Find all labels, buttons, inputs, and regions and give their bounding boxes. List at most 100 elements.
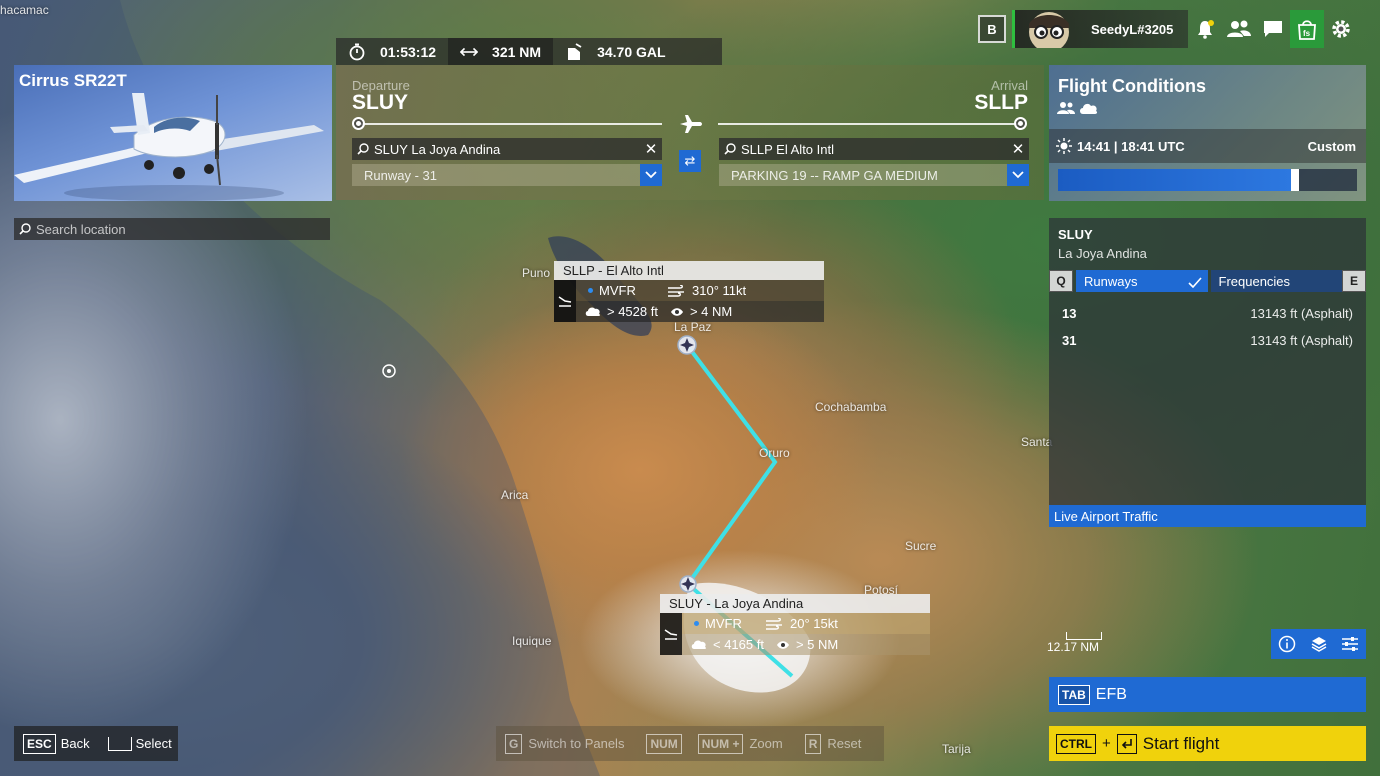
clear-departure-icon[interactable]: ✕ xyxy=(640,140,662,158)
enter-key-icon xyxy=(1116,733,1137,754)
start-flight-button[interactable]: CTRL + Start flight xyxy=(1049,726,1366,761)
efb-button[interactable]: TAB EFB xyxy=(1049,677,1366,712)
fuel-can-icon xyxy=(565,42,583,61)
zoom-button[interactable]: Zoom xyxy=(749,736,782,751)
tab-runways[interactable]: Runways xyxy=(1076,270,1208,292)
notifications-button[interactable] xyxy=(1188,10,1222,48)
tab-frequencies[interactable]: Frequencies xyxy=(1210,270,1342,292)
swap-icon: ⇄ xyxy=(684,153,696,168)
g-key-hint: G xyxy=(505,733,523,754)
ctrl-key-hint: CTRL xyxy=(1056,733,1096,754)
distance-stat: 321 NM xyxy=(448,38,554,65)
users-icon xyxy=(1057,102,1075,114)
flight-conditions-panel[interactable]: Flight Conditions 14:41 | 18:41 UTC Cust… xyxy=(1049,65,1366,201)
visibility-eye-icon xyxy=(670,307,683,316)
chevron-down-icon[interactable] xyxy=(640,164,662,186)
check-icon xyxy=(1187,277,1202,288)
airplane-icon xyxy=(680,115,702,133)
prev-tab-key[interactable]: Q xyxy=(1049,270,1073,292)
live-airport-traffic-button[interactable]: Live Airport Traffic xyxy=(1049,505,1366,527)
bottom-map-controls: G Switch to Panels NUM NUM + Zoom R Rese… xyxy=(496,726,884,761)
swap-airports-button[interactable]: ⇄ xyxy=(679,150,701,172)
runway-id: 13 xyxy=(1062,306,1077,321)
flight-time-value: 01:53:12 xyxy=(380,43,437,60)
departure-dot xyxy=(352,117,365,130)
fuel-value: 34.70 GAL xyxy=(597,43,666,60)
time-slider[interactable] xyxy=(1058,169,1357,191)
messages-button[interactable] xyxy=(1256,10,1290,48)
user-bar: B SeedyL#3205 fs xyxy=(978,10,1358,48)
filters-button[interactable] xyxy=(1334,629,1366,659)
arrival-spawn-select[interactable]: PARKING 19 -- RAMP GA MEDIUM xyxy=(719,164,1029,186)
runway-row[interactable]: 13 13143 ft (Asphalt) xyxy=(1049,300,1366,327)
flight-time-stat: 01:53:12 xyxy=(336,38,448,65)
airport-info-panel: SLUY La Joya Andina Q Runways Frequencie… xyxy=(1049,218,1366,527)
chevron-down-icon[interactable] xyxy=(1007,164,1029,186)
visibility-value: > 5 NM xyxy=(795,637,839,652)
gear-icon xyxy=(1332,20,1350,38)
search-icon xyxy=(719,143,741,155)
flight-category: MVFR xyxy=(599,283,636,298)
tooltip-title: SLLP - El Alto Intl xyxy=(554,261,824,280)
wind-value: 310° 11kt xyxy=(692,283,747,298)
distance-arrows-icon xyxy=(460,43,479,61)
wind-icon xyxy=(766,617,782,630)
fuel-stat: 34.70 GAL xyxy=(553,38,677,65)
num-key-hint: NUM xyxy=(646,733,682,754)
departure-track xyxy=(358,123,662,125)
time-row[interactable]: 14:41 | 18:41 UTC Custom xyxy=(1049,129,1366,163)
next-tab-key[interactable]: E xyxy=(1342,270,1366,292)
clear-arrival-icon[interactable]: ✕ xyxy=(1007,140,1029,158)
select-button[interactable]: Select xyxy=(136,736,172,751)
aircraft-name: Cirrus SR22T xyxy=(19,71,127,90)
settings-button[interactable] xyxy=(1324,10,1358,48)
landing-icon xyxy=(554,280,576,322)
runway-row[interactable]: 31 13143 ft (Asphalt) xyxy=(1049,327,1366,354)
arrival-search-input[interactable]: SLLP El Alto Intl ✕ xyxy=(719,138,1029,160)
reset-button[interactable]: Reset xyxy=(827,736,861,751)
aircraft-card[interactable]: Cirrus SR22T xyxy=(14,65,332,201)
cloud-icon xyxy=(585,307,601,316)
conditions-mode: Custom xyxy=(1307,138,1356,154)
ceiling-value: < 4165 ft xyxy=(713,637,764,652)
wind-icon xyxy=(668,284,684,297)
arrival-airport-tooltip[interactable]: SLLP - El Alto Intl MVFR 310° 11kt > 452… xyxy=(554,261,824,322)
flight-conditions-title: Flight Conditions xyxy=(1058,76,1206,96)
runway-length: 13143 ft (Asphalt) xyxy=(1250,306,1353,321)
num-plus-key-hint: NUM + xyxy=(697,733,744,754)
airport-code: SLUY xyxy=(1058,227,1093,242)
mvfr-dot-icon xyxy=(694,621,699,626)
departure-code: SLUY xyxy=(352,91,409,114)
map-label: Tarija xyxy=(942,742,971,756)
map-label: hacamac xyxy=(0,3,49,17)
runway-id: 31 xyxy=(1062,333,1077,348)
user-profile[interactable]: SeedyL#3205 xyxy=(1012,10,1188,48)
mvfr-dot-icon xyxy=(588,288,593,293)
spacebar-key-icon xyxy=(107,736,132,751)
plus-sign: + xyxy=(1102,735,1111,752)
ceiling-value: > 4528 ft xyxy=(607,304,658,319)
layers-button[interactable] xyxy=(1303,629,1335,659)
friends-button[interactable] xyxy=(1222,10,1256,48)
username: SeedyL#3205 xyxy=(1091,21,1174,37)
flight-stats-bar: 01:53:12 321 NM 34.70 GAL xyxy=(336,38,722,65)
r-key-hint: R xyxy=(804,733,822,754)
departure-spawn-value: Runway - 31 xyxy=(364,167,437,183)
map-label: Sucre xyxy=(905,539,937,553)
svg-text:fs: fs xyxy=(1303,29,1311,38)
marketplace-button[interactable]: fs xyxy=(1290,10,1324,48)
info-button[interactable] xyxy=(1271,629,1303,659)
departure-search-input[interactable]: SLUY La Joya Andina ✕ xyxy=(352,138,662,160)
distance-value: 321 NM xyxy=(492,43,542,60)
location-search-input[interactable]: Search location xyxy=(14,218,330,240)
visibility-eye-icon xyxy=(776,640,789,649)
back-button[interactable]: Back xyxy=(61,736,90,751)
avatar xyxy=(1015,10,1085,48)
arrival-code: SLLP xyxy=(974,91,1028,114)
sliders-icon xyxy=(1342,637,1359,651)
departure-spawn-select[interactable]: Runway - 31 xyxy=(352,164,662,186)
tab-runways-label: Runways xyxy=(1084,273,1138,289)
time-slider-thumb[interactable] xyxy=(1291,169,1300,191)
departure-airport-tooltip[interactable]: SLUY - La Joya Andina MVFR 20° 15kt < 41… xyxy=(660,594,930,655)
switch-to-panels-button[interactable]: Switch to Panels xyxy=(528,736,624,751)
